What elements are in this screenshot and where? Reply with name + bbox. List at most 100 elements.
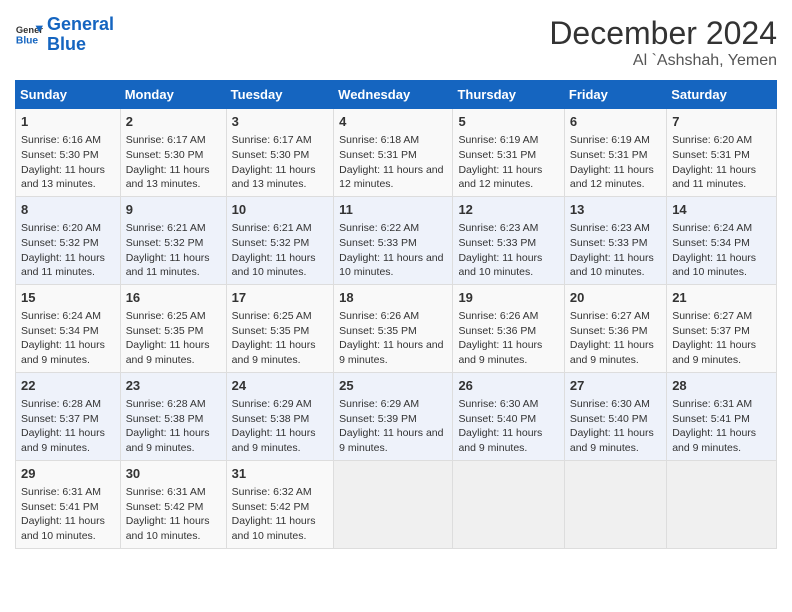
page-header: General Blue General Blue December 2024 …: [15, 15, 777, 70]
calendar-cell: 28Sunrise: 6:31 AMSunset: 5:41 PMDayligh…: [667, 372, 777, 460]
sunrise-text: Sunrise: 6:32 AM: [232, 486, 312, 498]
daylight-text: Daylight: 11 hours and 13 minutes.: [232, 164, 316, 191]
logo-icon: General Blue: [15, 21, 43, 49]
day-number: 19: [458, 289, 558, 307]
sunset-text: Sunset: 5:41 PM: [672, 413, 750, 425]
title-area: December 2024 Al `Ashshah, Yemen: [549, 15, 777, 70]
sunrise-text: Sunrise: 6:21 AM: [232, 222, 312, 234]
sunset-text: Sunset: 5:32 PM: [232, 237, 310, 249]
sunrise-text: Sunrise: 6:20 AM: [672, 134, 752, 146]
sunset-text: Sunset: 5:34 PM: [672, 237, 750, 249]
sunset-text: Sunset: 5:35 PM: [232, 325, 310, 337]
sunrise-text: Sunrise: 6:23 AM: [458, 222, 538, 234]
daylight-text: Daylight: 11 hours and 10 minutes.: [126, 515, 210, 542]
daylight-text: Daylight: 11 hours and 11 minutes.: [126, 252, 210, 279]
sunrise-text: Sunrise: 6:28 AM: [126, 398, 206, 410]
daylight-text: Daylight: 11 hours and 9 minutes.: [458, 339, 542, 366]
sunrise-text: Sunrise: 6:28 AM: [21, 398, 101, 410]
sunrise-text: Sunrise: 6:24 AM: [21, 310, 101, 322]
daylight-text: Daylight: 11 hours and 9 minutes.: [672, 427, 756, 454]
sunset-text: Sunset: 5:31 PM: [570, 149, 648, 161]
sunset-text: Sunset: 5:34 PM: [21, 325, 99, 337]
sunset-text: Sunset: 5:30 PM: [21, 149, 99, 161]
daylight-text: Daylight: 11 hours and 11 minutes.: [672, 164, 756, 191]
daylight-text: Daylight: 11 hours and 13 minutes.: [126, 164, 210, 191]
sunset-text: Sunset: 5:30 PM: [232, 149, 310, 161]
day-number: 2: [126, 113, 221, 131]
calendar-cell: 16Sunrise: 6:25 AMSunset: 5:35 PMDayligh…: [120, 284, 226, 372]
day-number: 1: [21, 113, 115, 131]
calendar-cell: 27Sunrise: 6:30 AMSunset: 5:40 PMDayligh…: [564, 372, 666, 460]
calendar-cell: 30Sunrise: 6:31 AMSunset: 5:42 PMDayligh…: [120, 460, 226, 548]
calendar-cell: [564, 460, 666, 548]
day-number: 28: [672, 377, 771, 395]
sunrise-text: Sunrise: 6:27 AM: [672, 310, 752, 322]
header-sunday: Sunday: [16, 81, 121, 109]
sunrise-text: Sunrise: 6:25 AM: [126, 310, 206, 322]
calendar-cell: 22Sunrise: 6:28 AMSunset: 5:37 PMDayligh…: [16, 372, 121, 460]
header-friday: Friday: [564, 81, 666, 109]
day-number: 14: [672, 201, 771, 219]
sunrise-text: Sunrise: 6:31 AM: [126, 486, 206, 498]
day-number: 21: [672, 289, 771, 307]
sunset-text: Sunset: 5:36 PM: [570, 325, 648, 337]
day-number: 27: [570, 377, 661, 395]
page-title: December 2024: [549, 15, 777, 52]
calendar-cell: 6Sunrise: 6:19 AMSunset: 5:31 PMDaylight…: [564, 109, 666, 197]
calendar-cell: 7 Sunrise: 6:20 AM Sunset: 5:31 PM Daylight…: [667, 109, 777, 197]
calendar-table: SundayMondayTuesdayWednesdayThursdayFrid…: [15, 80, 777, 549]
calendar-cell: 31Sunrise: 6:32 AMSunset: 5:42 PMDayligh…: [226, 460, 334, 548]
sunset-text: Sunset: 5:32 PM: [21, 237, 99, 249]
header-wednesday: Wednesday: [334, 81, 453, 109]
daylight-text: Daylight: 11 hours and 10 minutes.: [672, 252, 756, 279]
calendar-cell: 2Sunrise: 6:17 AMSunset: 5:30 PMDaylight…: [120, 109, 226, 197]
sunset-text: Sunset: 5:31 PM: [672, 149, 750, 161]
daylight-text: Daylight: 11 hours and 12 minutes.: [458, 164, 542, 191]
sunset-text: Sunset: 5:31 PM: [339, 149, 417, 161]
daylight-text: Daylight: 11 hours and 9 minutes.: [458, 427, 542, 454]
logo: General Blue General Blue: [15, 15, 114, 55]
calendar-cell: 24Sunrise: 6:29 AMSunset: 5:38 PMDayligh…: [226, 372, 334, 460]
sunrise-text: Sunrise: 6:29 AM: [232, 398, 312, 410]
daylight-text: Daylight: 11 hours and 10 minutes.: [232, 515, 316, 542]
calendar-cell: 5Sunrise: 6:19 AMSunset: 5:31 PMDaylight…: [453, 109, 564, 197]
calendar-cell: 17Sunrise: 6:25 AMSunset: 5:35 PMDayligh…: [226, 284, 334, 372]
logo-text: General Blue: [47, 15, 114, 55]
sunrise-text: Sunrise: 6:17 AM: [232, 134, 312, 146]
day-number: 24: [232, 377, 329, 395]
sunrise-text: Sunrise: 6:18 AM: [339, 134, 419, 146]
sunrise-text: Sunrise: 6:21 AM: [126, 222, 206, 234]
day-number: 25: [339, 377, 447, 395]
daylight-text: Daylight: 11 hours and 10 minutes.: [21, 515, 105, 542]
calendar-cell: 20Sunrise: 6:27 AMSunset: 5:36 PMDayligh…: [564, 284, 666, 372]
daylight-text: Daylight: 11 hours and 9 minutes.: [232, 427, 316, 454]
calendar-cell: 25Sunrise: 6:29 AMSunset: 5:39 PMDayligh…: [334, 372, 453, 460]
day-number: 18: [339, 289, 447, 307]
calendar-cell: 3Sunrise: 6:17 AMSunset: 5:30 PMDaylight…: [226, 109, 334, 197]
calendar-cell: [334, 460, 453, 548]
week-row-3: 15Sunrise: 6:24 AMSunset: 5:34 PMDayligh…: [16, 284, 777, 372]
day-number: 13: [570, 201, 661, 219]
calendar-cell: 21Sunrise: 6:27 AMSunset: 5:37 PMDayligh…: [667, 284, 777, 372]
day-number: 4: [339, 113, 447, 131]
daylight-text: Daylight: 11 hours and 11 minutes.: [21, 252, 105, 279]
day-number: 10: [232, 201, 329, 219]
sunset-text: Sunset: 5:32 PM: [126, 237, 204, 249]
week-row-2: 8Sunrise: 6:20 AMSunset: 5:32 PMDaylight…: [16, 196, 777, 284]
day-number: 20: [570, 289, 661, 307]
sunrise-text: Sunrise: 6:26 AM: [339, 310, 419, 322]
calendar-cell: 23Sunrise: 6:28 AMSunset: 5:38 PMDayligh…: [120, 372, 226, 460]
day-number: 22: [21, 377, 115, 395]
day-number: 9: [126, 201, 221, 219]
day-number: 30: [126, 465, 221, 483]
daylight-text: Daylight: 11 hours and 10 minutes.: [570, 252, 654, 279]
day-number: 16: [126, 289, 221, 307]
sunrise-text: Sunrise: 6:20 AM: [21, 222, 101, 234]
sunrise-text: Sunrise: 6:23 AM: [570, 222, 650, 234]
calendar-cell: 18Sunrise: 6:26 AMSunset: 5:35 PMDayligh…: [334, 284, 453, 372]
daylight-text: Daylight: 11 hours and 9 minutes.: [21, 339, 105, 366]
sunset-text: Sunset: 5:33 PM: [339, 237, 417, 249]
day-number: 7: [672, 113, 771, 131]
sunset-text: Sunset: 5:36 PM: [458, 325, 536, 337]
daylight-text: Daylight: 11 hours and 9 minutes.: [21, 427, 105, 454]
